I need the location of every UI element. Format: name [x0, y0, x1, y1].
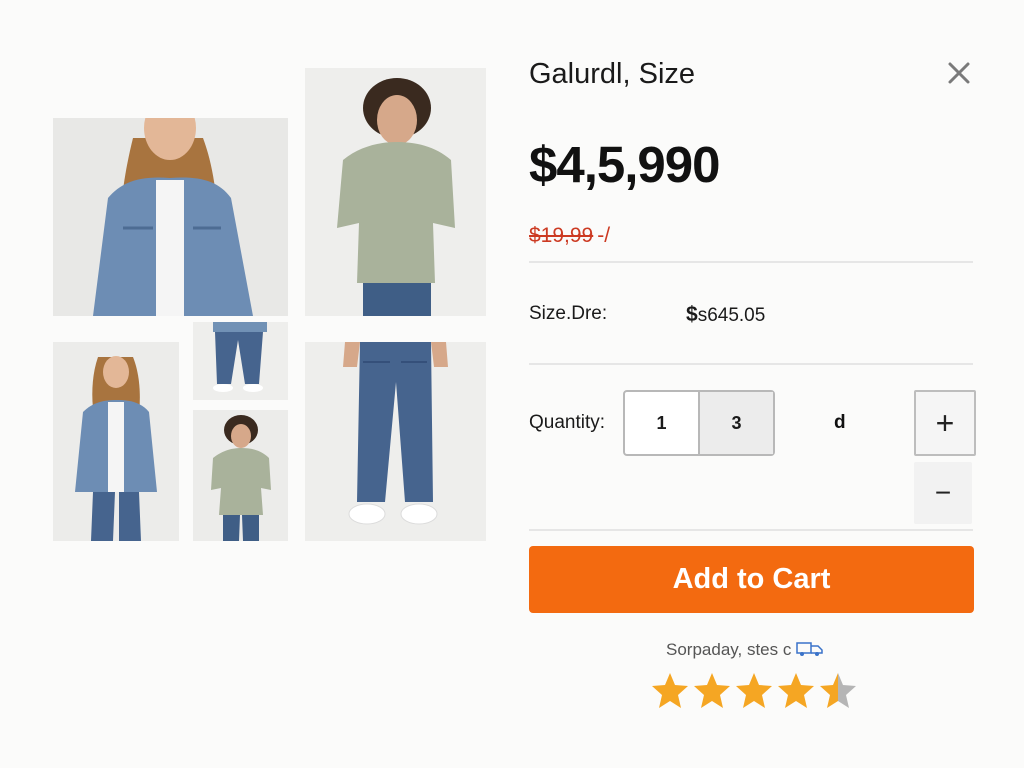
man-tshirt-illustration	[305, 68, 486, 316]
gallery-image-jeans-detail[interactable]	[193, 322, 288, 400]
star-icon	[694, 673, 730, 708]
man-small-illustration	[193, 410, 288, 541]
delivery-text: Sorpaday, stes c	[666, 640, 792, 659]
product-price: $4,5,990	[529, 136, 721, 193]
delivery-info: Sorpaday, stes c	[666, 640, 826, 660]
quantity-selector[interactable]: 1 3	[623, 390, 775, 456]
quantity-decrement-button[interactable]: −	[914, 462, 972, 524]
divider-bottom	[529, 529, 973, 531]
quantity-value-1[interactable]: 1	[625, 392, 698, 454]
size-price-value: s645.05	[697, 305, 766, 326]
close-icon	[948, 62, 970, 84]
quantity-increment-button[interactable]: +	[914, 390, 976, 456]
add-to-cart-button[interactable]: Add to Cart	[529, 546, 974, 613]
quantity-label: Quantity:	[529, 412, 606, 433]
size-price-symbol: $	[686, 303, 698, 326]
product-title: Galurdl, Size	[529, 58, 696, 90]
man-jeans-illustration	[305, 342, 486, 541]
size-label: Size.Dre:	[529, 303, 608, 324]
star-icon	[652, 673, 688, 708]
gallery-image-man-jeans[interactable]	[305, 342, 486, 541]
star-icon	[736, 673, 772, 708]
divider-top	[529, 261, 973, 263]
woman-full-illustration	[53, 342, 179, 541]
gallery-image-woman-jacket[interactable]	[53, 118, 288, 316]
rating-stars	[650, 671, 858, 711]
size-price: $s645.05	[686, 303, 765, 327]
product-gallery	[0, 0, 500, 560]
truck-icon	[796, 642, 823, 656]
old-price: $19,99 -/	[529, 224, 610, 248]
close-button[interactable]	[944, 58, 974, 88]
old-price-suffix: -/	[597, 224, 611, 247]
quantity-extra-text: d	[834, 412, 846, 433]
gallery-image-man-tshirt[interactable]	[305, 68, 486, 316]
quantity-value-2[interactable]: 3	[698, 392, 773, 454]
divider-middle	[529, 363, 973, 365]
old-price-value: $19,99	[529, 224, 594, 247]
gallery-image-man-small[interactable]	[193, 410, 288, 541]
woman-jacket-illustration	[53, 118, 288, 316]
star-icon	[778, 673, 814, 708]
gallery-image-woman-full[interactable]	[53, 342, 179, 541]
jeans-detail-illustration	[193, 322, 288, 400]
star-icon	[820, 673, 856, 708]
